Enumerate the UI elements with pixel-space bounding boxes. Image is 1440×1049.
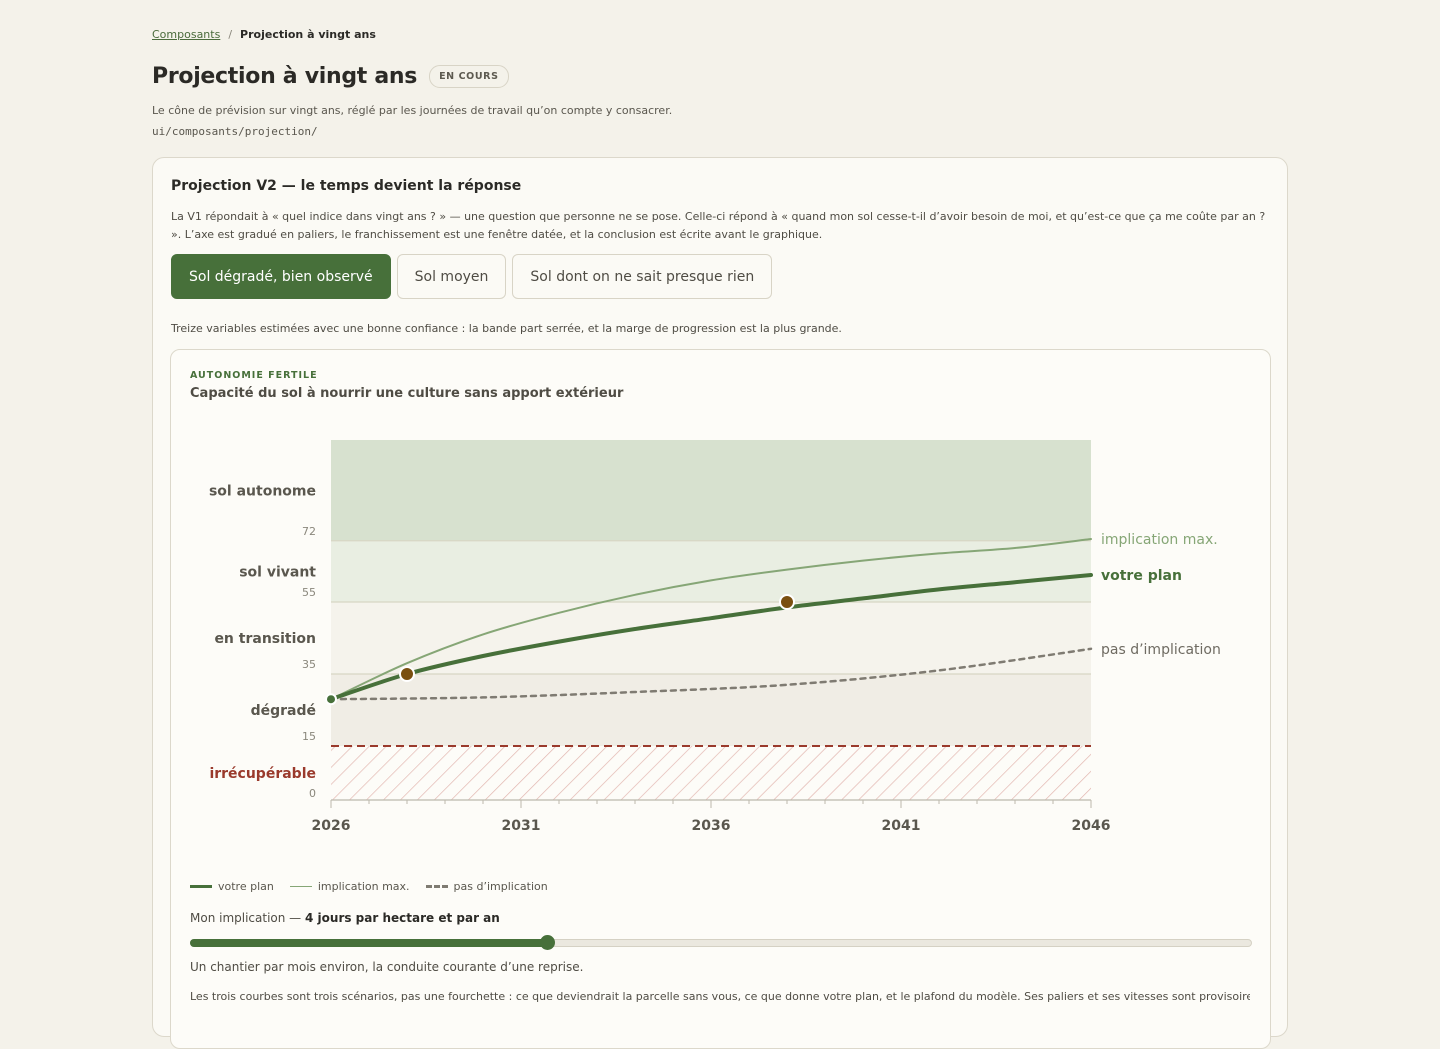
y-tick-label: 0	[309, 787, 316, 800]
card-intro: La V1 répondait à « quel indice dans vin…	[171, 210, 1266, 241]
slider-label: Mon implication — 4 jours par hectare et…	[190, 911, 500, 925]
slider-thumb[interactable]	[539, 935, 555, 950]
band-1	[331, 674, 1091, 746]
x-tick-label: 2041	[882, 818, 921, 834]
band-0	[331, 746, 1091, 800]
legend-label-max: implication max.	[317, 880, 410, 893]
breadcrumb-separator: /	[228, 28, 233, 41]
projection-chart: 0 15 35 55 72 2026 2031 2036 2041 2046 irrécupéra…	[209, 440, 1221, 834]
tab-sol-moyen[interactable]: Sol moyen	[396, 254, 507, 299]
legend-swatch-max	[289, 886, 312, 887]
series-label-2: pas d’implication	[1101, 642, 1221, 658]
legend-swatch-plan	[190, 885, 212, 888]
card-title: Projection V2 — le temps devient la répo…	[171, 178, 522, 194]
implication-slider[interactable]	[190, 933, 1252, 953]
slider-label-prefix: Mon implication —	[190, 911, 302, 925]
component-path: ui/composants/projection/	[152, 125, 318, 138]
tab-sol-inconnu[interactable]: Sol dont on ne sait presque rien	[512, 254, 773, 299]
legend-item-max: implication max.	[289, 880, 410, 893]
x-tick-label: 2046	[1072, 818, 1111, 834]
chart-footnote: Les trois courbes sont trois scénarios, …	[190, 990, 1250, 1003]
breadcrumb-link-composants[interactable]: Composants	[152, 28, 220, 41]
page-description: Le cône de prévision sur vingt ans, régl…	[152, 104, 673, 117]
legend-swatch-none	[425, 885, 448, 888]
breadcrumb: Composants / Projection à vingt ans	[152, 28, 376, 41]
y-tick-label: 35	[302, 658, 316, 671]
projection-card: Projection V2 — le temps devient la répo…	[152, 157, 1288, 1049]
y-tick-label: 15	[302, 730, 316, 743]
legend-item-none: pas d’implication	[425, 880, 548, 893]
legend-label-none: pas d’implication	[453, 880, 548, 893]
y-tick-label: 55	[302, 586, 316, 599]
marker-point-1	[399, 666, 415, 682]
slider-value: 4 jours par hectare et par an	[305, 911, 500, 925]
marker-point-2	[779, 594, 795, 610]
status-badge: EN COURS	[429, 65, 509, 88]
legend-label-plan: votre plan	[218, 880, 274, 893]
marker-point-0	[325, 693, 337, 706]
band-label-2: en transition	[214, 631, 316, 647]
band-label-3: sol vivant	[239, 564, 316, 580]
x-tick-label: 2031	[502, 818, 541, 834]
slider-hint: Un chantier par mois environ, la conduit…	[190, 960, 584, 974]
band-label-0: irrécupérable	[209, 766, 316, 782]
x-tick-label: 2026	[312, 818, 351, 834]
y-tick-label: 72	[302, 525, 316, 538]
page-title: Projection à vingt ans	[152, 64, 418, 89]
title-row: Projection à vingt ans EN COURS	[152, 64, 509, 89]
slider-fill	[190, 939, 547, 947]
x-tick-label: 2036	[692, 818, 731, 834]
chart-panel: AUTONOMIE FERTILE Capacité du sol à nour…	[170, 349, 1271, 1049]
band-label-4: sol autonome	[209, 483, 316, 499]
band-4	[331, 440, 1091, 541]
series-label-0: implication max.	[1101, 532, 1218, 548]
chart-legend: votre plan implication max. pas d’implic…	[190, 880, 548, 893]
band-label-1: dégradé	[251, 703, 316, 719]
scenario-tabs: Sol dégradé, bien observé Sol moyen Sol …	[171, 254, 773, 299]
breadcrumb-current: Projection à vingt ans	[240, 28, 376, 41]
tab-sol-degrade[interactable]: Sol dégradé, bien observé	[171, 254, 391, 299]
series-label-1: votre plan	[1101, 568, 1182, 584]
legend-item-plan: votre plan	[190, 880, 274, 893]
scenario-note: Treize variables estimées avec une bonne…	[171, 322, 842, 335]
